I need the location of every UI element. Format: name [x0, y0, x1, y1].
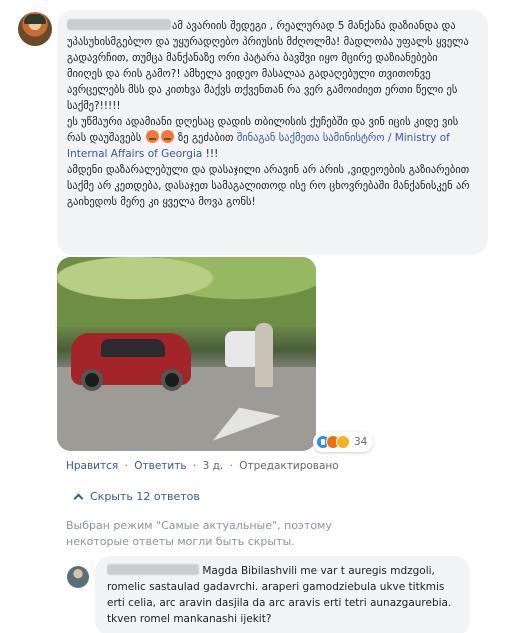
angry-face-icon [145, 130, 159, 143]
comment-text-4: !!! [205, 148, 219, 160]
commenter-avatar[interactable] [18, 12, 52, 46]
reply-link[interactable]: Ответить [134, 460, 186, 472]
filter-notice: Выбран режим "Самые актуальные", поэтому… [66, 519, 332, 548]
comment-photo[interactable] [57, 257, 316, 451]
reply-avatar[interactable] [67, 566, 89, 588]
comment-text-5: ამდენი დაზარალებული და დასაჯილი არავინ ა… [67, 164, 470, 208]
comment-text-3: ზე გეძაბით [178, 132, 234, 144]
comment-text-1: ამ ავარიის შედეგი , რეალურად 5 მანქანა დ… [67, 20, 469, 112]
separator: · [192, 460, 197, 472]
reactions-summary[interactable]: 34 [313, 432, 374, 452]
separator: · [124, 460, 128, 472]
separator: · [229, 460, 233, 472]
angry-face-icon [160, 130, 174, 143]
reaction-count: 34 [354, 436, 368, 448]
like-link[interactable]: Нравится [66, 460, 118, 472]
comment-actions: Нравится · Ответить · 3 д. · Отредактиро… [66, 460, 339, 472]
hide-replies-label: Скрыть 12 ответов [90, 490, 200, 503]
reply-author-name[interactable] [107, 564, 199, 575]
comment-author-name[interactable] [67, 19, 171, 30]
sad-icon [336, 435, 350, 449]
comment-time[interactable]: 3 д. [203, 460, 224, 472]
hide-replies-button[interactable]: Скрыть 12 ответов [73, 490, 200, 503]
chevron-up-icon [73, 493, 84, 503]
edited-label[interactable]: Отредактировано [239, 460, 338, 472]
comment-bubble: ამ ავარიის შედეგი , რეალურად 5 მანქანა დ… [57, 10, 488, 255]
reply-bubble: Magda Bibilashvili me var t auregis mdzg… [95, 556, 470, 633]
